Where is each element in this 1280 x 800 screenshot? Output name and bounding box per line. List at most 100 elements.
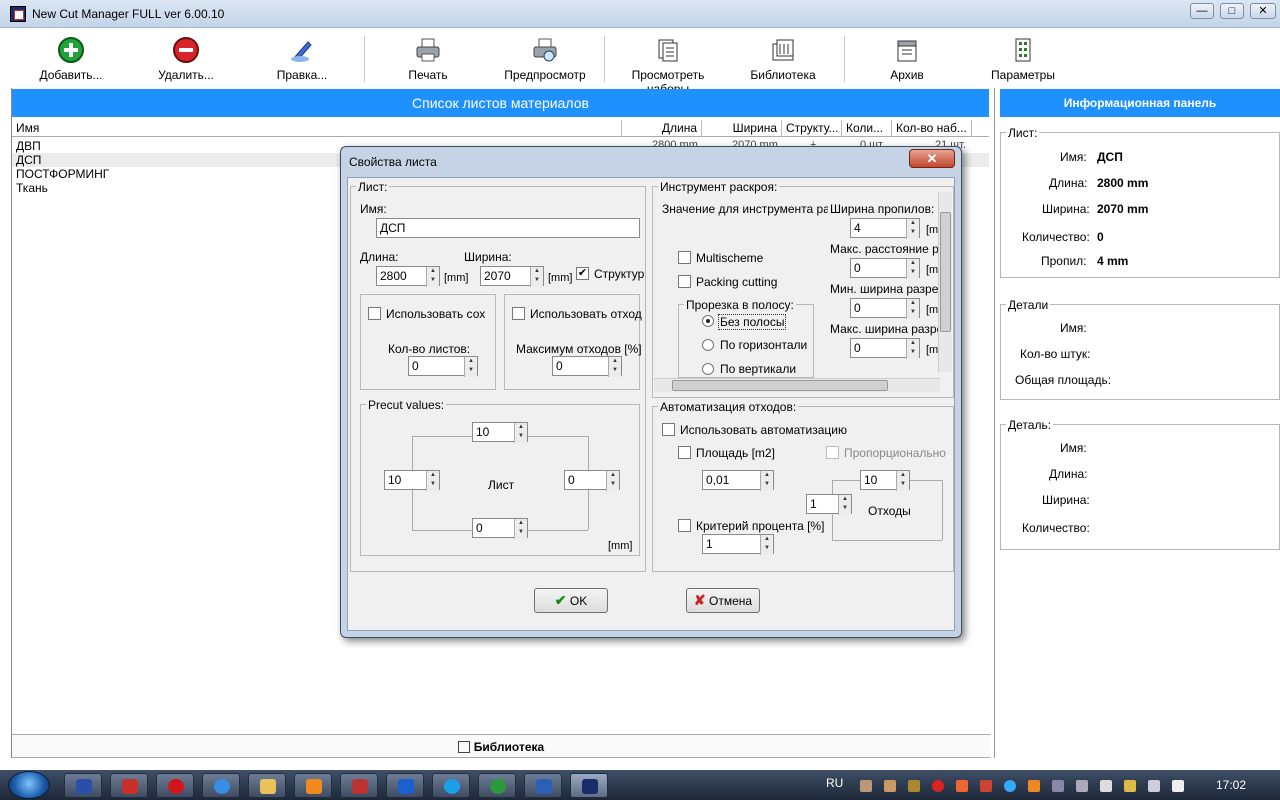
area-input[interactable]: 0,01 ▲ ▼ (702, 470, 774, 491)
parameters-button[interactable]: Параметры (988, 32, 1058, 88)
tool-vertical-scrollbar[interactable] (938, 192, 952, 372)
sheet-count-input[interactable]: 0 ▲ ▼ (408, 356, 478, 377)
waste-top-spinner[interactable]: ▲ ▼ (896, 471, 909, 491)
list-item[interactable]: ДВП (16, 139, 41, 153)
use-automation-checkbox[interactable] (662, 423, 675, 436)
length-spinner[interactable]: ▲ ▼ (426, 267, 439, 287)
waste-left-spinner[interactable]: ▲ ▼ (838, 495, 851, 515)
taskbar-app-active[interactable] (570, 773, 608, 798)
add-button[interactable]: Добавить... (36, 32, 106, 88)
list-item[interactable]: Ткань (16, 181, 48, 195)
kerf-input[interactable]: 4 ▲ ▼ (850, 218, 920, 239)
precut-bottom-input[interactable]: 0 ▲ ▼ (472, 518, 528, 539)
tray-icon[interactable] (884, 780, 896, 792)
volume-icon[interactable] (1148, 780, 1160, 792)
tray-icon[interactable] (1076, 780, 1088, 792)
precut-right-input[interactable]: 0 ▲ ▼ (564, 470, 620, 491)
percent-spinner[interactable]: ▲ ▼ (760, 535, 773, 555)
area-checkbox[interactable] (678, 446, 691, 459)
taskbar-app[interactable] (294, 773, 332, 798)
precut-bottom-spinner[interactable]: ▲ ▼ (514, 519, 527, 539)
tray-icon[interactable] (1052, 780, 1064, 792)
tray-icon[interactable] (980, 780, 992, 792)
maximize-button[interactable]: □ (1220, 3, 1244, 19)
strip-none-radio[interactable] (702, 315, 714, 327)
splitter[interactable] (994, 88, 995, 758)
library-tab[interactable]: Библиотека (12, 734, 990, 758)
precut-top-input[interactable]: 10 ▲ ▼ (472, 422, 528, 443)
proportional-checkbox[interactable] (826, 446, 839, 459)
strip-horizontal-radio[interactable] (702, 339, 714, 351)
waste-left-input[interactable]: 1 ▲ ▼ (806, 494, 852, 515)
sheet-count-spinner[interactable]: ▲ ▼ (464, 357, 477, 377)
archive-button[interactable]: Архив (882, 32, 932, 88)
multischeme-checkbox[interactable] (678, 251, 691, 264)
max-cut-spinner[interactable]: ▲ ▼ (906, 339, 919, 359)
strip-vertical-radio[interactable] (702, 363, 714, 375)
tray-icon[interactable] (908, 780, 920, 792)
close-window-button[interactable]: ✕ (1250, 3, 1276, 19)
clock[interactable]: 17:02 (1216, 778, 1246, 792)
tray-icon[interactable] (860, 780, 872, 792)
packing-cutting-checkbox[interactable] (678, 275, 691, 288)
start-button[interactable] (8, 771, 50, 799)
library-button[interactable]: Библиотека (748, 32, 818, 88)
col-structure[interactable]: Структу... (782, 120, 842, 137)
list-item[interactable]: ПОСТФОРМИНГ (16, 167, 109, 181)
max-distance-input[interactable]: 0 ▲ ▼ (850, 258, 920, 279)
minimize-button[interactable]: — (1190, 3, 1214, 19)
precut-left-spinner[interactable]: ▲ ▼ (426, 471, 439, 491)
action-center-flag-icon[interactable] (1172, 780, 1184, 792)
taskbar-app[interactable] (202, 773, 240, 798)
taskbar-app[interactable] (110, 773, 148, 798)
max-waste-spinner[interactable]: ▲ ▼ (608, 357, 621, 377)
taskbar-app[interactable] (64, 773, 102, 798)
kerf-spinner[interactable]: ▲ ▼ (906, 219, 919, 239)
horizontal-scroll-thumb[interactable] (672, 380, 888, 391)
delete-button[interactable]: Удалить... (156, 32, 216, 88)
taskbar-app[interactable] (432, 773, 470, 798)
dialog-close-button[interactable]: ✕ (909, 149, 955, 168)
max-cut-input[interactable]: 0 ▲ ▼ (850, 338, 920, 359)
min-cut-input[interactable]: 0 ▲ ▼ (850, 298, 920, 319)
col-sets[interactable]: Кол-во наб... (892, 120, 972, 137)
min-cut-spinner[interactable]: ▲ ▼ (906, 299, 919, 319)
percent-criterion-checkbox[interactable] (678, 519, 691, 532)
col-name[interactable]: Имя (12, 120, 622, 137)
list-item[interactable]: ДСП (16, 153, 41, 167)
col-length[interactable]: Длина (622, 120, 702, 137)
area-spinner[interactable]: ▲ ▼ (760, 471, 773, 491)
tray-icon[interactable] (1004, 780, 1016, 792)
width-spinner[interactable]: ▲ ▼ (530, 267, 543, 287)
taskbar-app[interactable] (478, 773, 516, 798)
precut-top-spinner[interactable]: ▲ ▼ (514, 423, 527, 443)
preview-button[interactable]: Предпросмотр (500, 32, 590, 88)
col-quantity[interactable]: Коли... (842, 120, 892, 137)
width-input[interactable]: 2070 ▲ ▼ (480, 266, 544, 287)
max-distance-spinner[interactable]: ▲ ▼ (906, 259, 919, 279)
use-stock-checkbox[interactable] (368, 307, 381, 320)
ok-button[interactable]: ✔ OK (534, 588, 608, 613)
tray-opera-icon[interactable] (932, 780, 944, 792)
tray-icon[interactable] (1100, 780, 1112, 792)
taskbar-app[interactable] (340, 773, 378, 798)
taskbar-app[interactable] (386, 773, 424, 798)
tray-icon[interactable] (956, 780, 968, 792)
precut-right-spinner[interactable]: ▲ ▼ (606, 471, 619, 491)
taskbar-app[interactable] (524, 773, 562, 798)
use-waste-checkbox[interactable] (512, 307, 525, 320)
vertical-scroll-thumb[interactable] (940, 212, 951, 332)
length-input[interactable]: 2800 ▲ ▼ (376, 266, 440, 287)
structure-checkbox[interactable]: ✔ (576, 267, 589, 280)
language-indicator[interactable]: RU (826, 776, 843, 790)
max-waste-input[interactable]: 0 ▲ ▼ (552, 356, 622, 377)
taskbar-app[interactable] (248, 773, 286, 798)
tool-horizontal-scrollbar[interactable] (654, 378, 940, 392)
tray-icon[interactable] (1028, 780, 1040, 792)
taskbar-app[interactable] (156, 773, 194, 798)
percent-input[interactable]: 1 ▲ ▼ (702, 534, 774, 555)
print-button[interactable]: Печать (398, 32, 458, 88)
name-input[interactable]: ДСП (376, 218, 640, 238)
tray-icon[interactable] (1124, 780, 1136, 792)
cancel-button[interactable]: ✘ Отмена (686, 588, 760, 613)
